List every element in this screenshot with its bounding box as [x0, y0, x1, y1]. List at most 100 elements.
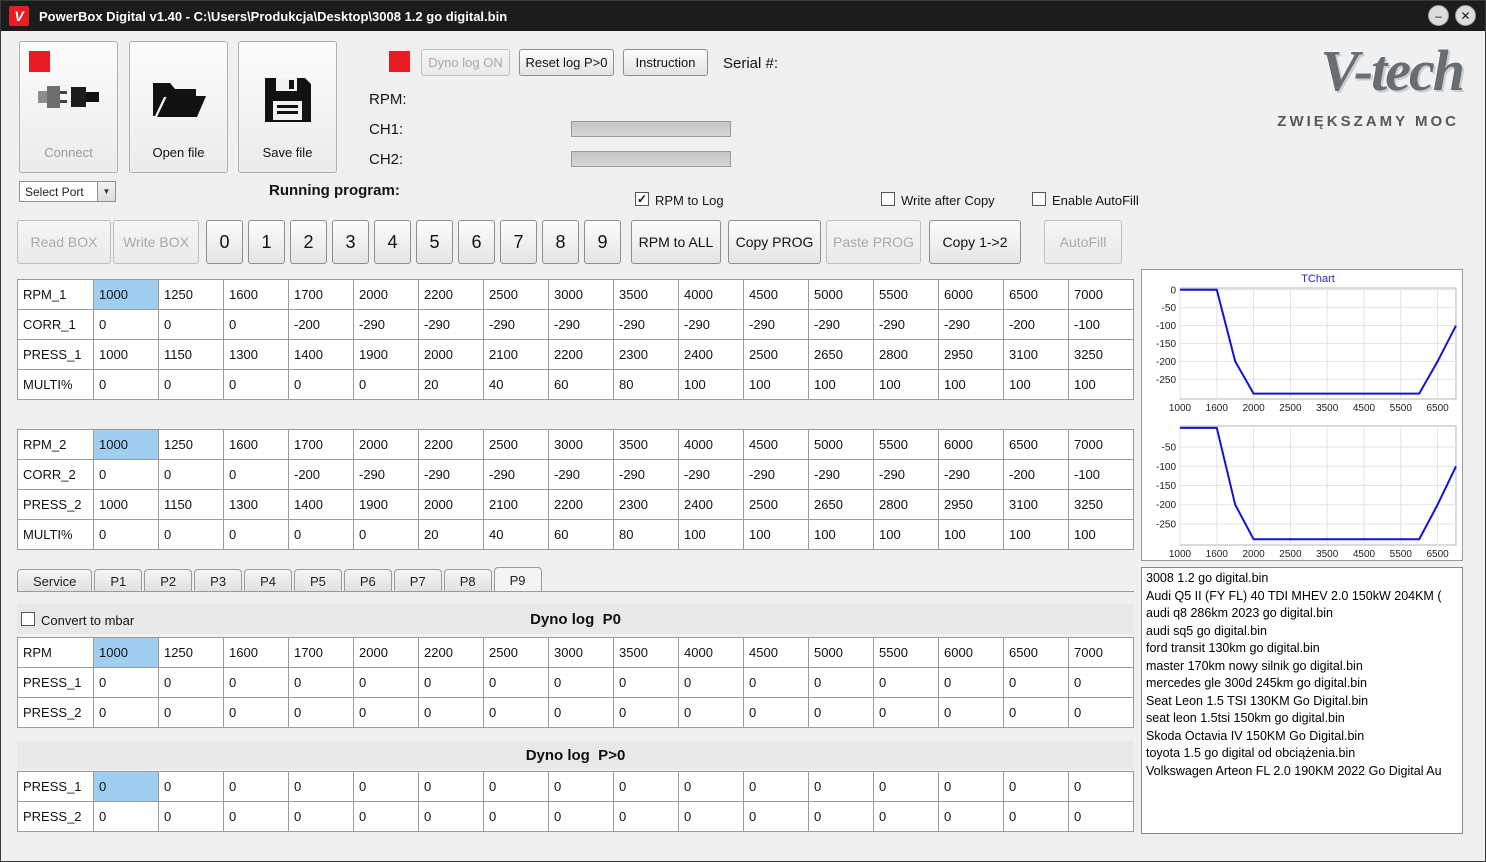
- grid-cell[interactable]: 1900: [353, 339, 419, 370]
- grid-cell[interactable]: 1900: [353, 489, 419, 520]
- grid-cell[interactable]: 0: [353, 519, 419, 550]
- grid-cell[interactable]: 1150: [158, 489, 224, 520]
- grid-cell[interactable]: 0: [1068, 801, 1134, 832]
- grid-cell[interactable]: 2000: [353, 279, 419, 310]
- grid-cell[interactable]: -290: [678, 459, 744, 490]
- grid-cell[interactable]: 0: [93, 667, 159, 698]
- file-list-item[interactable]: audi q8 286km 2023 go digital.bin: [1142, 605, 1462, 623]
- grid-cell[interactable]: 0: [548, 697, 614, 728]
- file-list-item[interactable]: ford transit 130km go digital.bin: [1142, 640, 1462, 658]
- grid-cell[interactable]: 2500: [483, 637, 549, 668]
- grid-cell[interactable]: 0: [808, 771, 874, 802]
- autofill-button[interactable]: AutoFill: [1044, 220, 1122, 264]
- grid-cell[interactable]: 0: [158, 519, 224, 550]
- grid-cell[interactable]: 100: [1003, 519, 1069, 550]
- digit-button[interactable]: 6: [458, 220, 495, 264]
- read-box-button[interactable]: Read BOX: [17, 220, 111, 264]
- grid-cell[interactable]: 0: [223, 459, 289, 490]
- grid-cell[interactable]: 1300: [223, 339, 289, 370]
- tab[interactable]: P7: [393, 569, 442, 592]
- grid-cell[interactable]: 4000: [678, 429, 744, 460]
- connect-button[interactable]: Connect: [19, 41, 118, 173]
- grid-cell[interactable]: 80: [613, 369, 679, 400]
- grid-cell[interactable]: 0: [93, 309, 159, 340]
- grid-cell[interactable]: 0: [613, 697, 679, 728]
- grid-cell[interactable]: 0: [223, 801, 289, 832]
- grid-cell[interactable]: -200: [1003, 309, 1069, 340]
- grid-cell[interactable]: 0: [158, 771, 224, 802]
- grid-cell[interactable]: 0: [678, 667, 744, 698]
- grid-cell[interactable]: 2950: [938, 489, 1004, 520]
- grid-cell[interactable]: 0: [678, 771, 744, 802]
- grid-cell[interactable]: 0: [353, 801, 419, 832]
- grid-cell[interactable]: 2200: [548, 489, 614, 520]
- grid-cell[interactable]: 7000: [1068, 637, 1134, 668]
- grid-cell[interactable]: 1700: [288, 637, 354, 668]
- grid-cell[interactable]: 0: [808, 667, 874, 698]
- grid-cell[interactable]: 6000: [938, 637, 1004, 668]
- grid-cell[interactable]: 100: [938, 519, 1004, 550]
- grid-cell[interactable]: 100: [678, 369, 744, 400]
- grid-cell[interactable]: 0: [483, 667, 549, 698]
- file-list-item[interactable]: toyota 1.5 go digital od obciążenia.bin: [1142, 745, 1462, 763]
- file-list-item[interactable]: audi sq5 go digital.bin: [1142, 623, 1462, 641]
- grid-cell[interactable]: 4000: [678, 279, 744, 310]
- grid-cell[interactable]: 100: [808, 519, 874, 550]
- convert-to-mbar-checkbox[interactable]: [21, 612, 35, 626]
- grid-cell[interactable]: 100: [743, 369, 809, 400]
- grid-cell[interactable]: 2400: [678, 489, 744, 520]
- grid-cell[interactable]: 0: [548, 771, 614, 802]
- grid-cell[interactable]: 100: [873, 369, 939, 400]
- grid-cell[interactable]: 0: [678, 697, 744, 728]
- grid-cell[interactable]: 0: [483, 697, 549, 728]
- grid-cell[interactable]: 2100: [483, 489, 549, 520]
- grid-cell[interactable]: 1000: [93, 339, 159, 370]
- grid-cell[interactable]: 0: [743, 697, 809, 728]
- grid-cell[interactable]: 0: [483, 801, 549, 832]
- grid-cell[interactable]: 0: [418, 801, 484, 832]
- grid-cell[interactable]: 0: [158, 697, 224, 728]
- grid-cell[interactable]: 60: [548, 369, 614, 400]
- reset-log-button[interactable]: Reset log P>0: [519, 49, 614, 76]
- grid-cell[interactable]: 1600: [223, 637, 289, 668]
- close-button[interactable]: ✕: [1455, 5, 1476, 26]
- grid-cell[interactable]: 2500: [743, 339, 809, 370]
- tab[interactable]: P1: [94, 569, 143, 592]
- grid-cell[interactable]: 7000: [1068, 279, 1134, 310]
- digit-button[interactable]: 0: [206, 220, 243, 264]
- grid-cell[interactable]: 2500: [483, 429, 549, 460]
- grid-cell[interactable]: 1000: [93, 489, 159, 520]
- digit-button[interactable]: 2: [290, 220, 327, 264]
- grid-cell[interactable]: -290: [743, 309, 809, 340]
- port-select[interactable]: Select Port ▼: [19, 181, 116, 202]
- grid-cell[interactable]: 3000: [548, 429, 614, 460]
- grid-cell[interactable]: 100: [678, 519, 744, 550]
- grid-cell[interactable]: 0: [743, 667, 809, 698]
- grid-cell[interactable]: 2400: [678, 339, 744, 370]
- tab[interactable]: P2: [144, 569, 193, 592]
- grid-cell[interactable]: 3100: [1003, 339, 1069, 370]
- grid-cell[interactable]: 0: [1068, 667, 1134, 698]
- grid-cell[interactable]: 0: [743, 771, 809, 802]
- grid-cell[interactable]: 2500: [743, 489, 809, 520]
- grid-cell[interactable]: 0: [548, 801, 614, 832]
- grid-cell[interactable]: 1700: [288, 279, 354, 310]
- tab[interactable]: P3: [194, 569, 243, 592]
- grid-cell[interactable]: -100: [1068, 309, 1134, 340]
- grid-cell[interactable]: 0: [1068, 697, 1134, 728]
- grid-cell[interactable]: 0: [93, 801, 159, 832]
- grid-cell[interactable]: 0: [353, 697, 419, 728]
- file-list-item[interactable]: Volkswagen Arteon FL 2.0 190KM 2022 Go D…: [1142, 763, 1462, 781]
- tab[interactable]: P6: [343, 569, 392, 592]
- grid-cell[interactable]: 2000: [418, 339, 484, 370]
- grid-cell[interactable]: -100: [1068, 459, 1134, 490]
- grid-cell[interactable]: 0: [938, 801, 1004, 832]
- grid-cell[interactable]: 5000: [808, 279, 874, 310]
- grid-cell[interactable]: 3000: [548, 637, 614, 668]
- grid-cell[interactable]: 1400: [288, 489, 354, 520]
- grid-cell[interactable]: 0: [158, 309, 224, 340]
- grid-cell[interactable]: 0: [223, 369, 289, 400]
- grid-cell[interactable]: 3250: [1068, 339, 1134, 370]
- grid-cell[interactable]: 0: [938, 771, 1004, 802]
- grid-cell[interactable]: -290: [483, 309, 549, 340]
